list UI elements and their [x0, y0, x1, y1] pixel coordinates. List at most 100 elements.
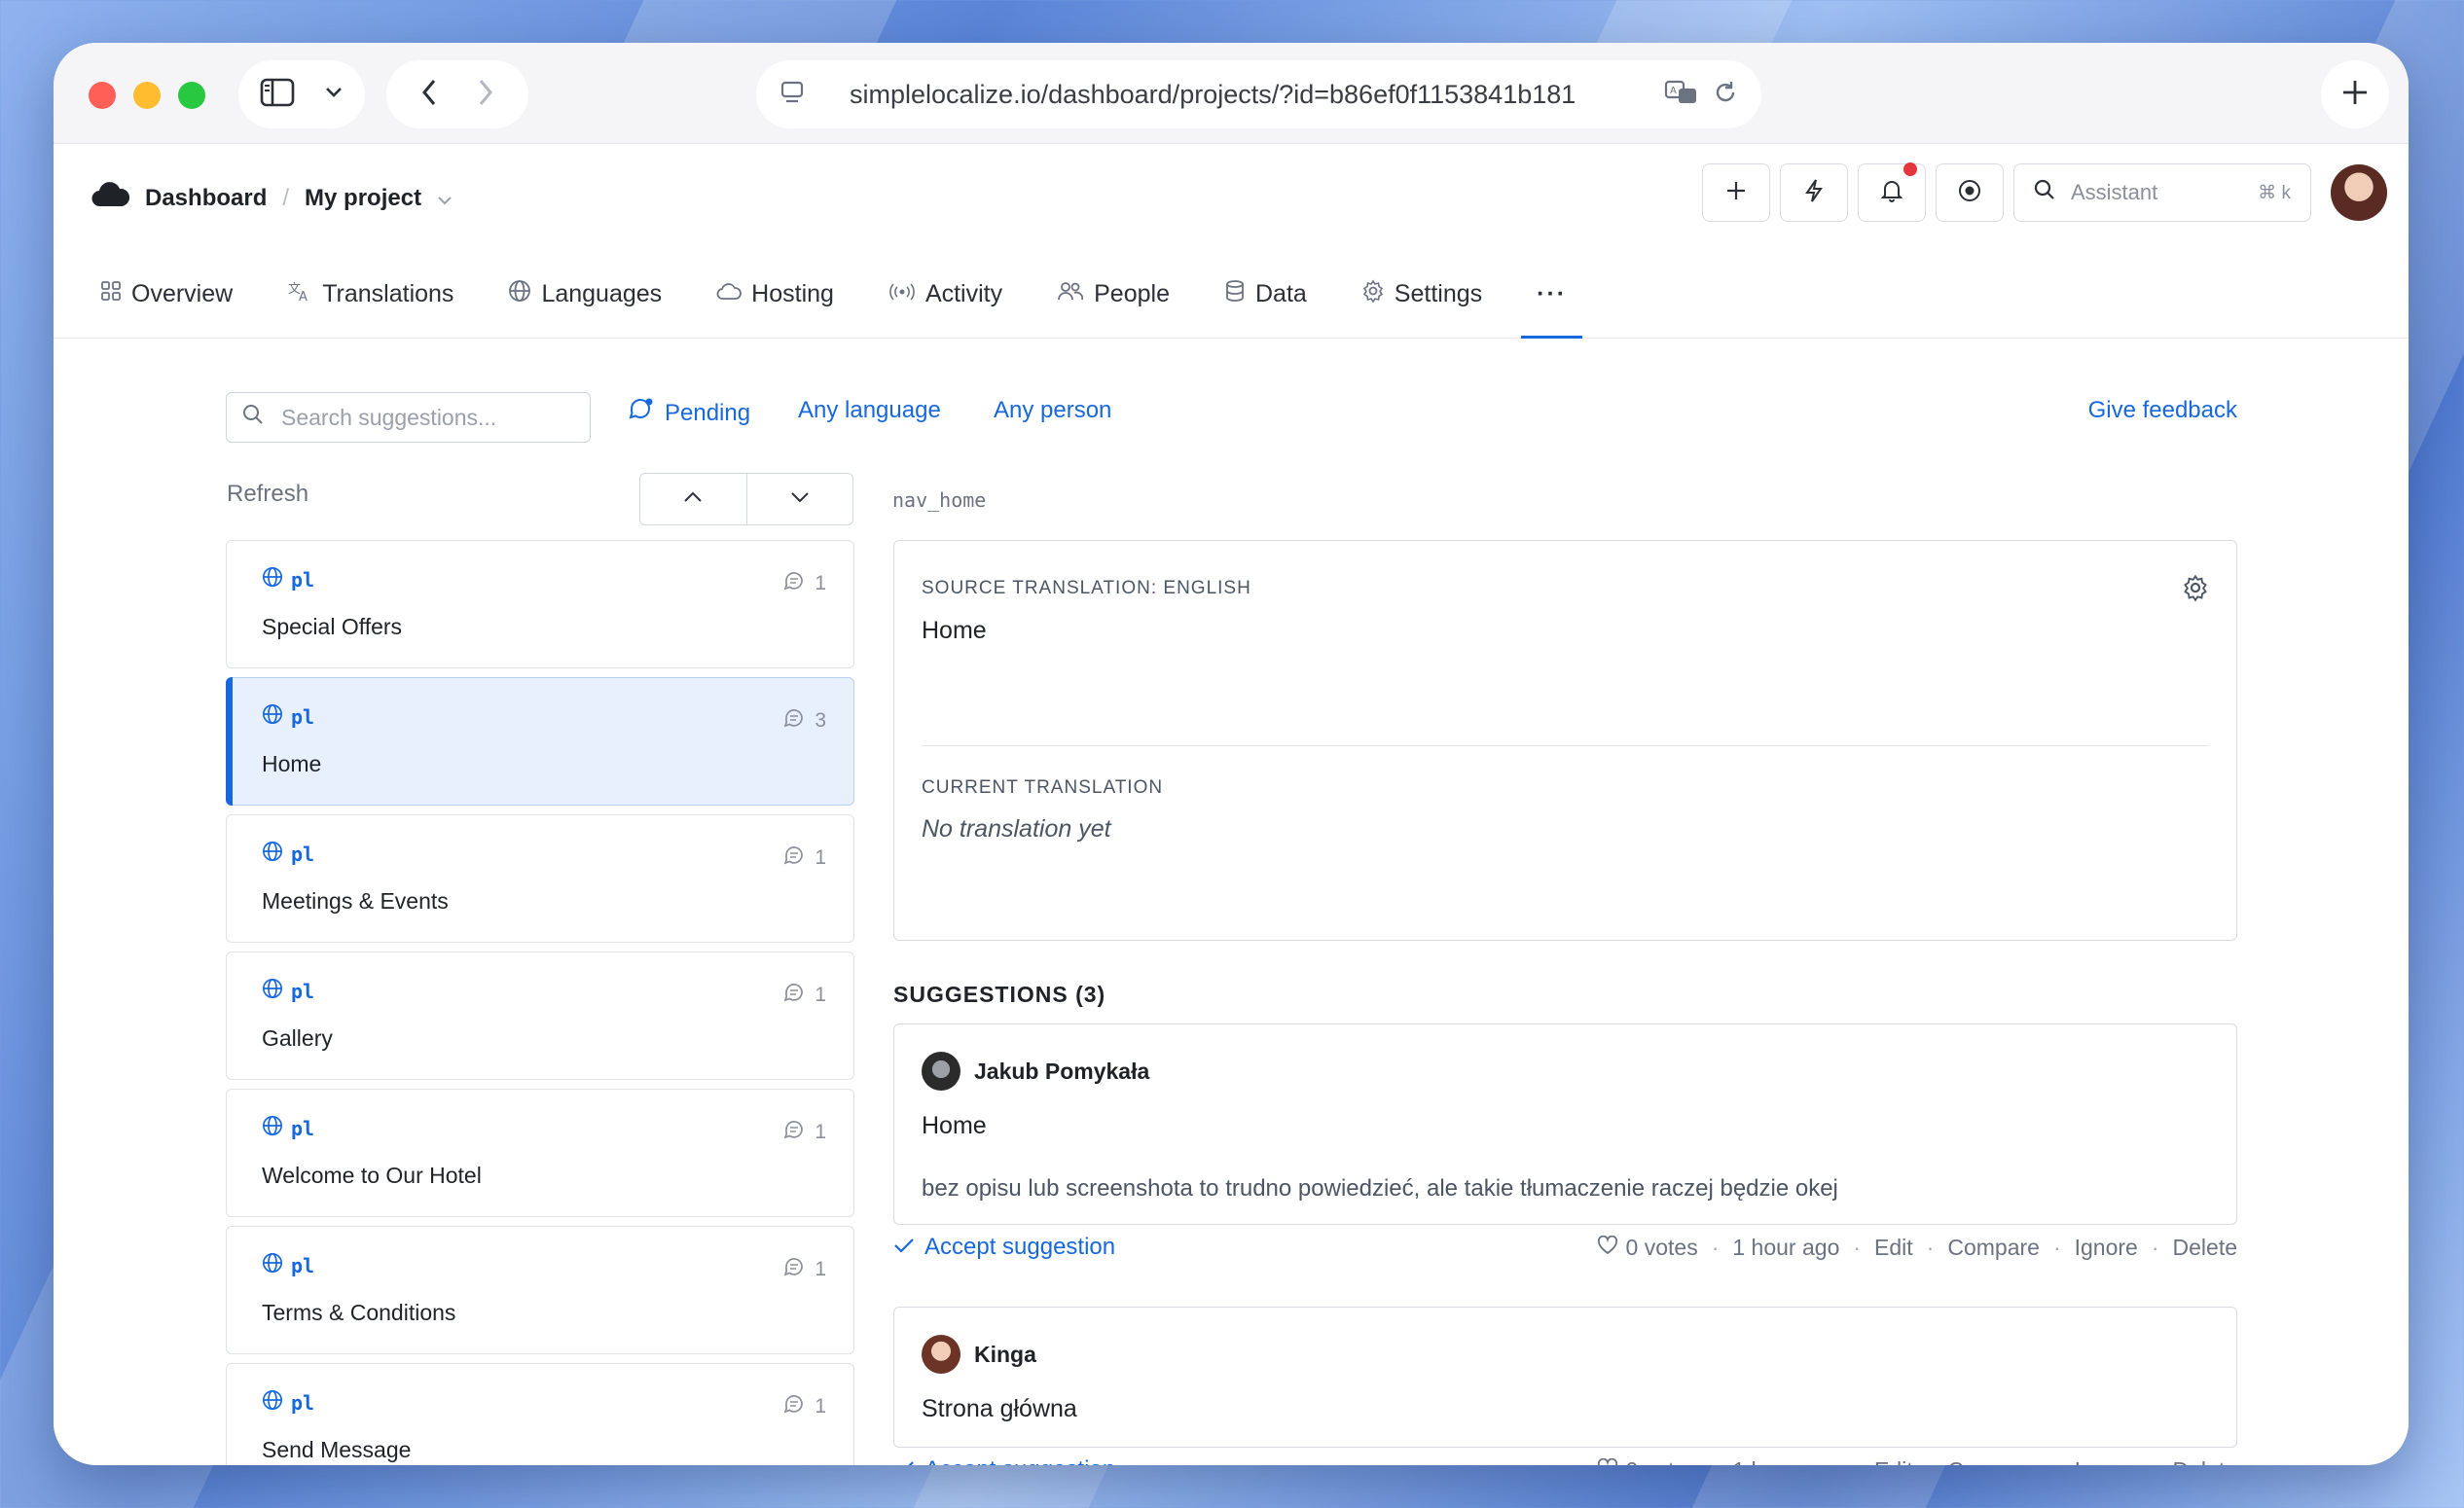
separator-dot: ·	[2052, 1234, 2061, 1260]
comment-icon	[783, 1393, 805, 1420]
tab-overview[interactable]: Overview	[100, 270, 233, 317]
search-suggestions-input[interactable]: Search suggestions...	[226, 392, 591, 443]
gear-icon[interactable]	[2182, 574, 2209, 606]
reload-icon[interactable]	[1713, 80, 1738, 110]
list-item[interactable]: pl 1 Gallery	[226, 951, 854, 1080]
comment-count: 1	[783, 982, 826, 1009]
comment-count: 1	[783, 570, 826, 597]
more-icon: ···	[1537, 279, 1568, 307]
current-translation-text: No translation yet	[922, 815, 1111, 843]
forward-arrow-icon[interactable]	[477, 78, 494, 112]
lightning-icon	[1803, 178, 1825, 208]
assistant-search[interactable]: Assistant ⌘ k	[2013, 163, 2311, 222]
language-code: pl	[291, 979, 315, 1003]
compare-button[interactable]: Compare	[1947, 1235, 2040, 1261]
breadcrumb: Dashboard / My project	[91, 179, 453, 217]
list-item[interactable]: pl 1 Welcome to Our Hotel	[226, 1089, 854, 1217]
globe-icon	[508, 279, 531, 309]
suggestion-key-list: pl 1 Special Offers pl 3 Home pl 1 Meeti…	[226, 540, 854, 1465]
tab-more[interactable]: ···	[1521, 270, 1583, 339]
minimize-window-button[interactable]	[133, 82, 161, 109]
chevron-down-icon[interactable]	[437, 185, 453, 212]
list-item-language: pl	[262, 1115, 828, 1141]
previous-button[interactable]	[640, 474, 747, 524]
translation-key: nav_home	[892, 488, 987, 512]
tab-settings[interactable]: Settings	[1361, 270, 1482, 317]
delete-button[interactable]: Delete	[2173, 1457, 2237, 1466]
list-item[interactable]: pl 1 Terms & Conditions	[226, 1226, 854, 1354]
cloud-logo-icon[interactable]	[91, 179, 129, 217]
accept-label: Accept suggestion	[924, 1456, 1115, 1465]
assistant-placeholder: Assistant	[2071, 180, 2158, 204]
translation-detail-card: SOURCE TRANSLATION: ENGLISH Home CURRENT…	[893, 540, 2237, 941]
record-button[interactable]	[1936, 163, 2004, 222]
tab-label: Translations	[322, 279, 454, 307]
next-button[interactable]	[747, 474, 853, 524]
list-item[interactable]: pl 1 Send Message	[226, 1363, 854, 1465]
ignore-button[interactable]: Ignore	[2075, 1457, 2138, 1466]
comment-icon	[783, 982, 805, 1009]
language-code: pl	[291, 704, 315, 729]
person-filter[interactable]: Any person	[994, 397, 1111, 424]
automation-button[interactable]	[1780, 163, 1848, 222]
comment-count-value: 1	[815, 1121, 826, 1143]
suggestion-text: Home	[922, 1112, 987, 1139]
compare-button[interactable]: Compare	[1947, 1457, 2040, 1466]
separator-dot: ·	[2152, 1457, 2159, 1466]
assistant-shortcut: ⌘ k	[2258, 182, 2291, 203]
comment-count: 1	[783, 1119, 826, 1146]
comment-icon	[783, 570, 805, 597]
ignore-button[interactable]: Ignore	[2075, 1235, 2138, 1261]
language-code: pl	[291, 842, 315, 866]
language-filter[interactable]: Any language	[798, 397, 941, 424]
globe-icon	[262, 1389, 283, 1416]
back-arrow-icon[interactable]	[420, 78, 438, 112]
grid-icon	[100, 280, 122, 308]
translate-page-icon[interactable]: A	[1664, 79, 1699, 111]
accept-suggestion-button[interactable]: Accept suggestion	[893, 1234, 1115, 1261]
vote-button[interactable]: 0 votes	[1597, 1457, 1698, 1465]
record-icon	[1957, 178, 1982, 208]
tab-activity[interactable]: Activity	[888, 270, 1002, 317]
comment-icon	[783, 844, 805, 872]
list-item[interactable]: pl 1 Special Offers	[226, 540, 854, 668]
add-button[interactable]	[1702, 163, 1770, 222]
list-item-language: pl	[262, 566, 828, 592]
address-bar[interactable]: simplelocalize.io/dashboard/projects/?id…	[756, 60, 1761, 128]
plus-icon	[2341, 79, 2369, 111]
tab-people[interactable]: People	[1057, 270, 1170, 317]
breadcrumb-project[interactable]: My project	[305, 185, 421, 212]
status-filter[interactable]: Pending	[628, 397, 750, 429]
comment-count-value: 1	[815, 984, 826, 1006]
separator-dot: ·	[1712, 1457, 1720, 1466]
language-code: pl	[291, 1253, 315, 1277]
edit-button[interactable]: Edit	[1874, 1457, 1913, 1466]
give-feedback-link[interactable]: Give feedback	[2088, 397, 2237, 424]
tab-data[interactable]: Data	[1224, 270, 1307, 317]
new-tab-button[interactable]	[2321, 60, 2389, 128]
maximize-window-button[interactable]	[178, 82, 205, 109]
accept-suggestion-button[interactable]: Accept suggestion	[893, 1456, 1115, 1465]
sidebar-toggle-button[interactable]	[238, 60, 365, 128]
list-item-text: Gallery	[262, 1025, 333, 1051]
list-item[interactable]: pl 3 Home	[226, 677, 854, 806]
notifications-button[interactable]	[1858, 162, 1926, 222]
suggestions-heading: SUGGESTIONS (3)	[893, 982, 1106, 1007]
user-avatar[interactable]	[2331, 164, 2387, 221]
refresh-button[interactable]: Refresh	[227, 481, 308, 508]
vote-button[interactable]: 0 votes	[1597, 1235, 1698, 1261]
tab-languages[interactable]: Languages	[508, 270, 662, 317]
globe-icon	[262, 566, 283, 592]
tab-hosting[interactable]: Hosting	[716, 270, 834, 317]
list-item[interactable]: pl 1 Meetings & Events	[226, 814, 854, 943]
globe-icon	[262, 703, 283, 730]
list-item-language: pl	[262, 1389, 828, 1416]
breadcrumb-dashboard[interactable]: Dashboard	[145, 185, 267, 212]
delete-button[interactable]: Delete	[2173, 1235, 2237, 1261]
page-icon	[779, 80, 805, 110]
list-item-text: Welcome to Our Hotel	[262, 1163, 482, 1188]
language-code: pl	[291, 1116, 315, 1140]
close-window-button[interactable]	[89, 82, 116, 109]
edit-button[interactable]: Edit	[1874, 1235, 1913, 1261]
tab-translations[interactable]: 文A Translations	[287, 270, 453, 317]
